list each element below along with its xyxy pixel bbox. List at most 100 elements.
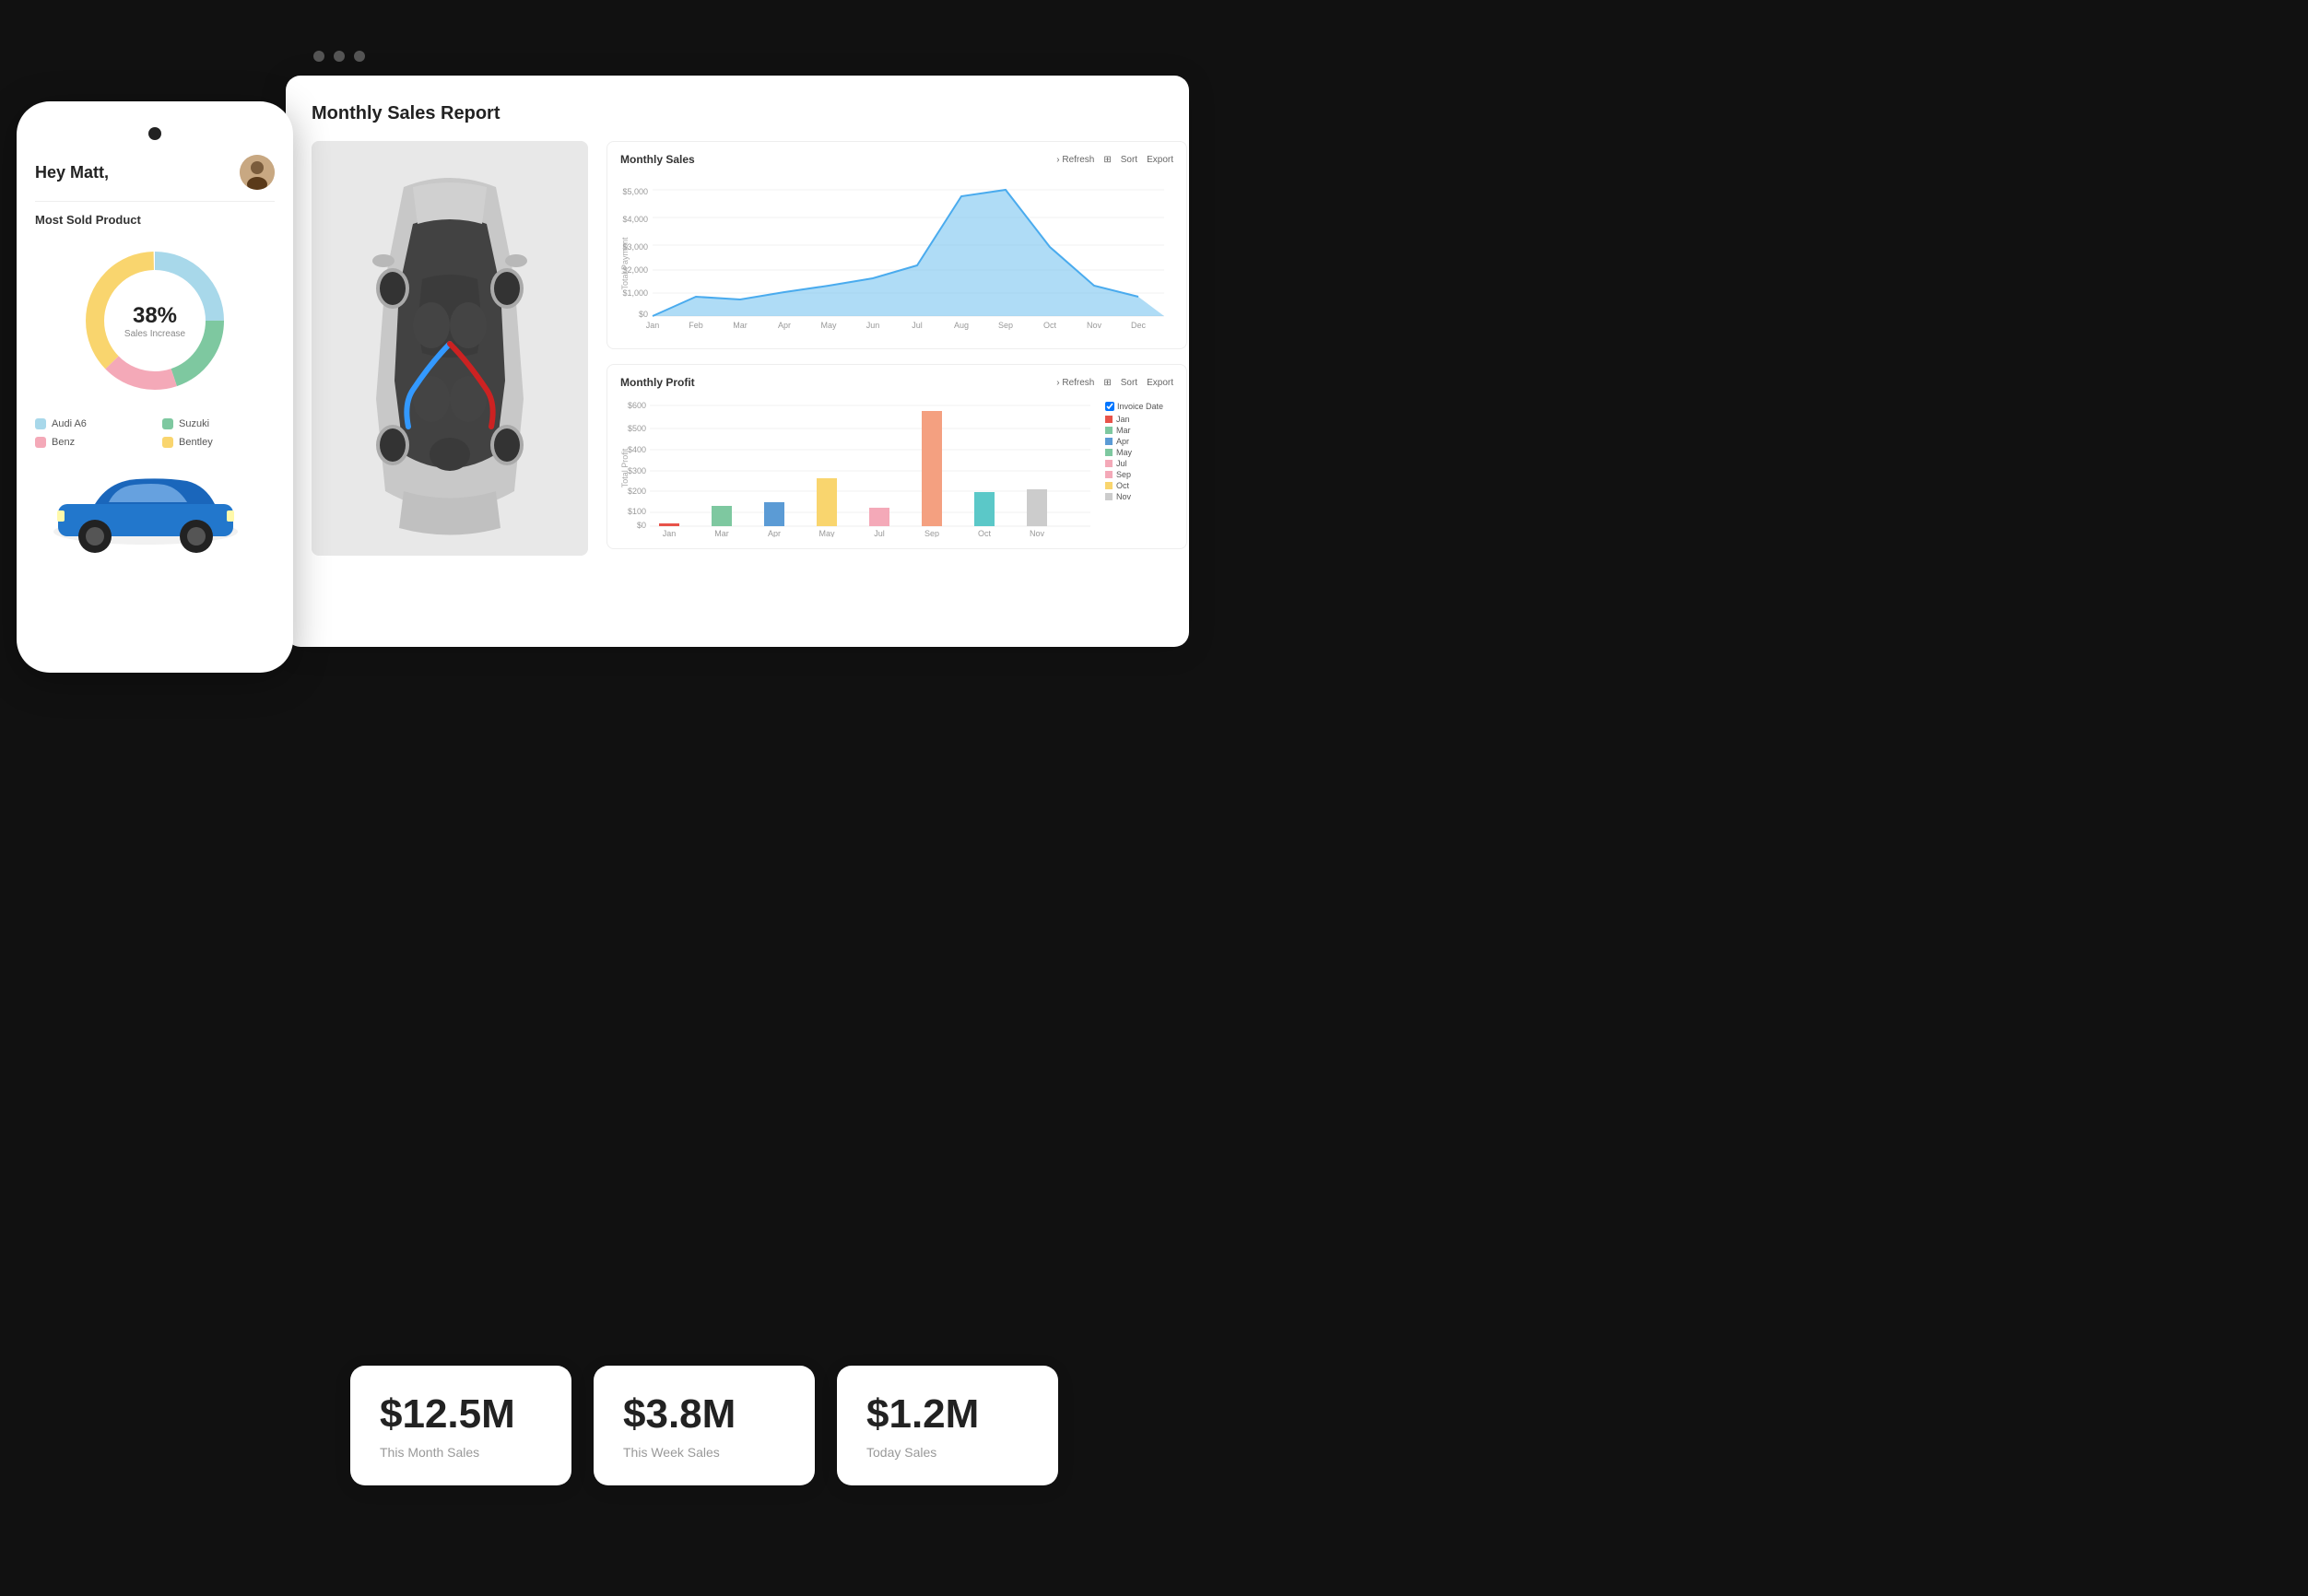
legend-sq-nov bbox=[1105, 493, 1113, 500]
donut-chart: 38% Sales Increase bbox=[35, 238, 275, 404]
svg-text:$500: $500 bbox=[628, 424, 646, 433]
stat-card-week: $3.8M This Week Sales bbox=[594, 1366, 815, 1485]
svg-text:Jul: Jul bbox=[912, 321, 923, 330]
sort-button-profit[interactable]: Sort bbox=[1121, 378, 1137, 388]
svg-text:Jun: Jun bbox=[866, 321, 880, 330]
legend-sep: Sep bbox=[1105, 470, 1173, 479]
legend-apr: Apr bbox=[1105, 437, 1173, 446]
legend-dot-audi bbox=[35, 418, 46, 429]
mobile-phone: Hey Matt, Most Sold Product 38% Sales In… bbox=[17, 101, 293, 673]
export-button-sales[interactable]: Export bbox=[1147, 155, 1173, 165]
stat-value-today: $1.2M bbox=[866, 1391, 1029, 1438]
export-button-profit[interactable]: Export bbox=[1147, 378, 1173, 388]
stat-label-today: Today Sales bbox=[866, 1445, 1029, 1460]
legend-label-bentley: Bentley bbox=[179, 437, 213, 448]
svg-text:Sep: Sep bbox=[998, 321, 1013, 330]
bar-nov bbox=[1027, 489, 1047, 526]
svg-text:Jan: Jan bbox=[646, 321, 660, 330]
legend-sq-mar bbox=[1105, 427, 1113, 434]
dot-1 bbox=[313, 51, 324, 62]
dot-2 bbox=[334, 51, 345, 62]
svg-text:$5,000: $5,000 bbox=[622, 187, 648, 196]
chart-legend: Audi A6 Suzuki Benz Bentley bbox=[35, 418, 275, 448]
svg-text:$4,000: $4,000 bbox=[622, 215, 648, 224]
greeting-text: Hey Matt, bbox=[35, 163, 109, 182]
invoice-date-checkbox[interactable] bbox=[1105, 402, 1114, 411]
monthly-profit-actions: › Refresh ⊞ Sort Export bbox=[1056, 378, 1173, 388]
legend-label-apr: Apr bbox=[1116, 437, 1129, 446]
legend-sq-jul bbox=[1105, 460, 1113, 467]
profit-legend: Invoice Date Jan Mar Apr bbox=[1100, 394, 1173, 537]
legend-label-jul: Jul bbox=[1116, 459, 1127, 468]
donut-percentage: 38% bbox=[124, 303, 185, 329]
window-controls bbox=[313, 51, 365, 62]
legend-sq-apr bbox=[1105, 438, 1113, 445]
car-top-view bbox=[312, 141, 588, 556]
donut-label: Sales Increase bbox=[124, 329, 185, 339]
monthly-sales-header: Monthly Sales › Refresh ⊞ Sort Export bbox=[620, 153, 1173, 166]
svg-text:Sep: Sep bbox=[924, 529, 939, 537]
legend-label-oct: Oct bbox=[1116, 481, 1129, 490]
stat-label-month: This Month Sales bbox=[380, 1445, 542, 1460]
legend-sq-may bbox=[1105, 449, 1113, 456]
monthly-sales-actions: › Refresh ⊞ Sort Export bbox=[1056, 155, 1173, 165]
svg-text:Nov: Nov bbox=[1030, 529, 1045, 537]
svg-text:$0: $0 bbox=[639, 310, 648, 319]
svg-text:$100: $100 bbox=[628, 507, 646, 516]
svg-text:Mar: Mar bbox=[733, 321, 748, 330]
bar-oct bbox=[974, 492, 995, 526]
monthly-profit-svg: $600 $500 $400 $300 $200 $100 $0 Total P… bbox=[620, 394, 1100, 537]
svg-text:$0: $0 bbox=[637, 521, 646, 530]
bar-sep bbox=[922, 411, 942, 526]
legend-label-suzuki: Suzuki bbox=[179, 418, 209, 429]
charts-column: Monthly Sales › Refresh ⊞ Sort Export $5… bbox=[606, 141, 1187, 556]
stat-value-week: $3.8M bbox=[623, 1391, 785, 1438]
profit-chart-container: $600 $500 $400 $300 $200 $100 $0 Total P… bbox=[620, 394, 1173, 537]
svg-text:Apr: Apr bbox=[768, 529, 781, 537]
svg-text:Total Payment: Total Payment bbox=[620, 237, 630, 290]
svg-text:May: May bbox=[820, 321, 837, 330]
legend-dot-suzuki bbox=[162, 418, 173, 429]
monthly-profit-title: Monthly Profit bbox=[620, 376, 695, 389]
stats-row: $12.5M This Month Sales $3.8M This Week … bbox=[350, 1366, 1058, 1485]
sort-button-sales[interactable]: Sort bbox=[1121, 155, 1137, 165]
svg-text:May: May bbox=[818, 529, 835, 537]
most-sold-title: Most Sold Product bbox=[35, 213, 275, 227]
donut-center: 38% Sales Increase bbox=[124, 303, 185, 339]
bar-may bbox=[817, 478, 837, 526]
refresh-icon[interactable]: › Refresh bbox=[1056, 155, 1094, 165]
svg-text:Dec: Dec bbox=[1131, 321, 1147, 330]
stat-value-month: $12.5M bbox=[380, 1391, 542, 1438]
grid-icon-profit[interactable]: ⊞ bbox=[1103, 378, 1111, 388]
legend-audi: Audi A6 bbox=[35, 418, 147, 429]
legend-nov: Nov bbox=[1105, 492, 1173, 501]
stat-label-week: This Week Sales bbox=[623, 1445, 785, 1460]
legend-dot-bentley bbox=[162, 437, 173, 448]
refresh-icon-profit[interactable]: › Refresh bbox=[1056, 378, 1094, 388]
phone-car-image bbox=[35, 463, 275, 559]
dashboard-title: Monthly Sales Report bbox=[312, 103, 1163, 124]
grid-icon[interactable]: ⊞ bbox=[1103, 155, 1111, 165]
bar-jan bbox=[659, 523, 679, 526]
bar-mar bbox=[712, 506, 732, 526]
legend-suzuki: Suzuki bbox=[162, 418, 275, 429]
legend-label-mar: Mar bbox=[1116, 426, 1131, 435]
svg-text:Feb: Feb bbox=[689, 321, 703, 330]
stat-card-month: $12.5M This Month Sales bbox=[350, 1366, 571, 1485]
legend-label-sep: Sep bbox=[1116, 470, 1131, 479]
legend-label-nov: Nov bbox=[1116, 492, 1131, 501]
bar-jul bbox=[869, 508, 889, 526]
legend-benz: Benz bbox=[35, 437, 147, 448]
legend-may: May bbox=[1105, 448, 1173, 457]
legend-sq-sep bbox=[1105, 471, 1113, 478]
legend-sq-jan bbox=[1105, 416, 1113, 423]
greeting-hey: Hey bbox=[35, 163, 70, 182]
legend-jan: Jan bbox=[1105, 415, 1173, 424]
monthly-sales-chart-card: Monthly Sales › Refresh ⊞ Sort Export $5… bbox=[606, 141, 1187, 349]
svg-text:Total Profit: Total Profit bbox=[620, 448, 630, 487]
svg-text:Nov: Nov bbox=[1087, 321, 1102, 330]
greeting-name: Matt, bbox=[70, 163, 109, 182]
legend-bentley: Bentley bbox=[162, 437, 275, 448]
phone-camera bbox=[148, 127, 161, 140]
dashboard-content: Monthly Sales › Refresh ⊞ Sort Export $5… bbox=[312, 141, 1163, 556]
